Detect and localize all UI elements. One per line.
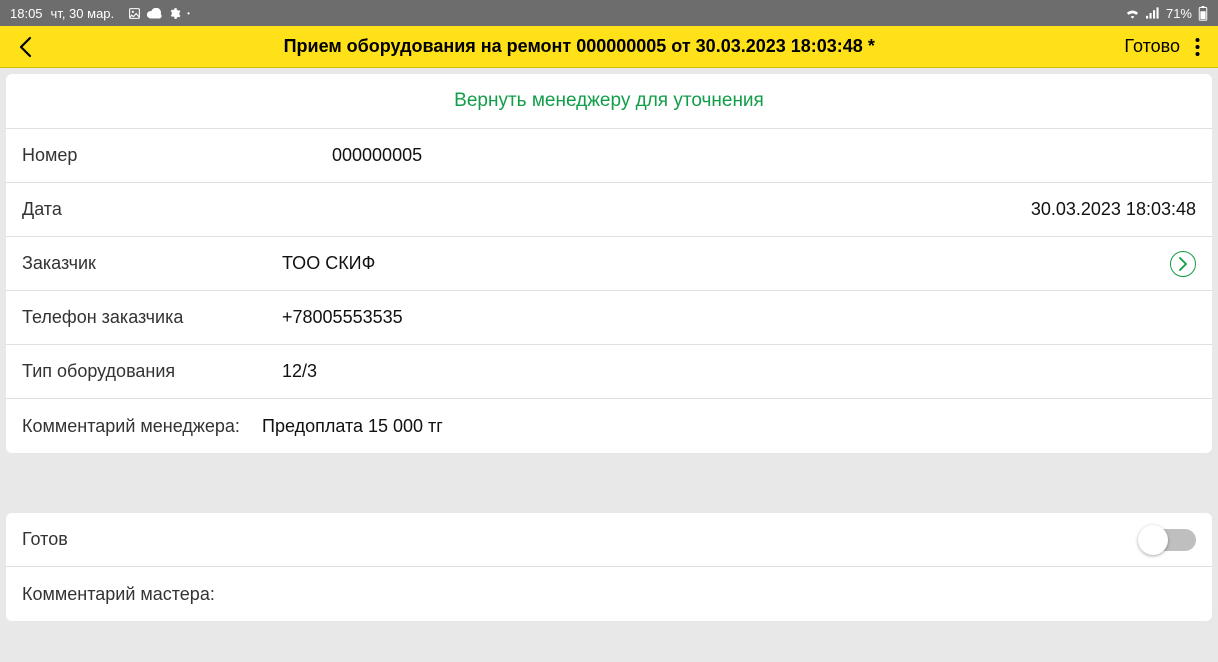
value-mgr-comment: Предоплата 15 000 тг: [262, 416, 1196, 437]
status-left-icons: •: [128, 7, 190, 20]
row-equip-type: Тип оборудования 12/3: [6, 345, 1212, 399]
signal-icon: [1146, 7, 1160, 19]
info-card: Вернуть менеджеру для уточнения Номер 00…: [6, 74, 1212, 453]
status-bar-right: 71%: [1125, 6, 1208, 21]
battery-percent: 71%: [1166, 6, 1192, 21]
master-card: Готов Комментарий мастера:: [6, 513, 1212, 621]
return-to-manager-link[interactable]: Вернуть менеджеру для уточнения: [6, 74, 1212, 129]
label-master-comment: Комментарий мастера:: [22, 584, 282, 605]
status-date: чт, 30 мар.: [51, 6, 115, 21]
page-body: Вернуть менеджеру для уточнения Номер 00…: [0, 74, 1218, 621]
label-customer: Заказчик: [22, 253, 282, 274]
label-mgr-comment: Комментарий менеджера:: [22, 416, 262, 437]
page-title: Прием оборудования на ремонт 000000005 о…: [40, 36, 1118, 57]
row-date: Дата 30.03.2023 18:03:48: [6, 183, 1212, 237]
value-number: 000000005: [332, 145, 1196, 166]
ready-toggle[interactable]: [1140, 529, 1196, 551]
row-mgr-comment: Комментарий менеджера: Предоплата 15 000…: [6, 399, 1212, 453]
wifi-icon: [1125, 7, 1140, 19]
chevron-left-icon: [18, 36, 32, 58]
app-bar: Прием оборудования на ремонт 000000005 о…: [0, 26, 1218, 68]
status-bar: 18:05 чт, 30 мар. • 71%: [0, 0, 1218, 26]
status-bar-left: 18:05 чт, 30 мар. •: [10, 6, 190, 21]
label-number: Номер: [22, 145, 282, 166]
label-equip-type: Тип оборудования: [22, 361, 282, 382]
value-equip-type: 12/3: [282, 361, 1196, 382]
row-customer[interactable]: Заказчик ТОО СКИФ: [6, 237, 1212, 291]
customer-open-button[interactable]: [1170, 251, 1196, 277]
more-button[interactable]: [1186, 26, 1208, 68]
row-ready: Готов: [6, 513, 1212, 567]
status-time: 18:05: [10, 6, 43, 21]
chevron-right-icon: [1178, 257, 1188, 271]
row-master-comment[interactable]: Комментарий мастера:: [6, 567, 1212, 621]
row-phone: Телефон заказчика +78005553535: [6, 291, 1212, 345]
toggle-knob: [1138, 525, 1168, 555]
label-phone: Телефон заказчика: [22, 307, 282, 328]
label-ready: Готов: [22, 529, 282, 550]
value-date: 30.03.2023 18:03:48: [282, 199, 1196, 220]
label-date: Дата: [22, 199, 282, 220]
back-button[interactable]: [10, 26, 40, 68]
done-button[interactable]: Готово: [1118, 36, 1186, 57]
gear-icon: [168, 7, 181, 20]
battery-icon: [1198, 6, 1208, 21]
row-number: Номер 000000005: [6, 129, 1212, 183]
image-icon: [128, 7, 141, 20]
dot-icon: •: [187, 9, 190, 18]
value-phone: +78005553535: [282, 307, 1196, 328]
more-vertical-icon: [1195, 37, 1200, 57]
value-customer: ТОО СКИФ: [282, 253, 1160, 274]
cloud-icon: [147, 8, 162, 19]
